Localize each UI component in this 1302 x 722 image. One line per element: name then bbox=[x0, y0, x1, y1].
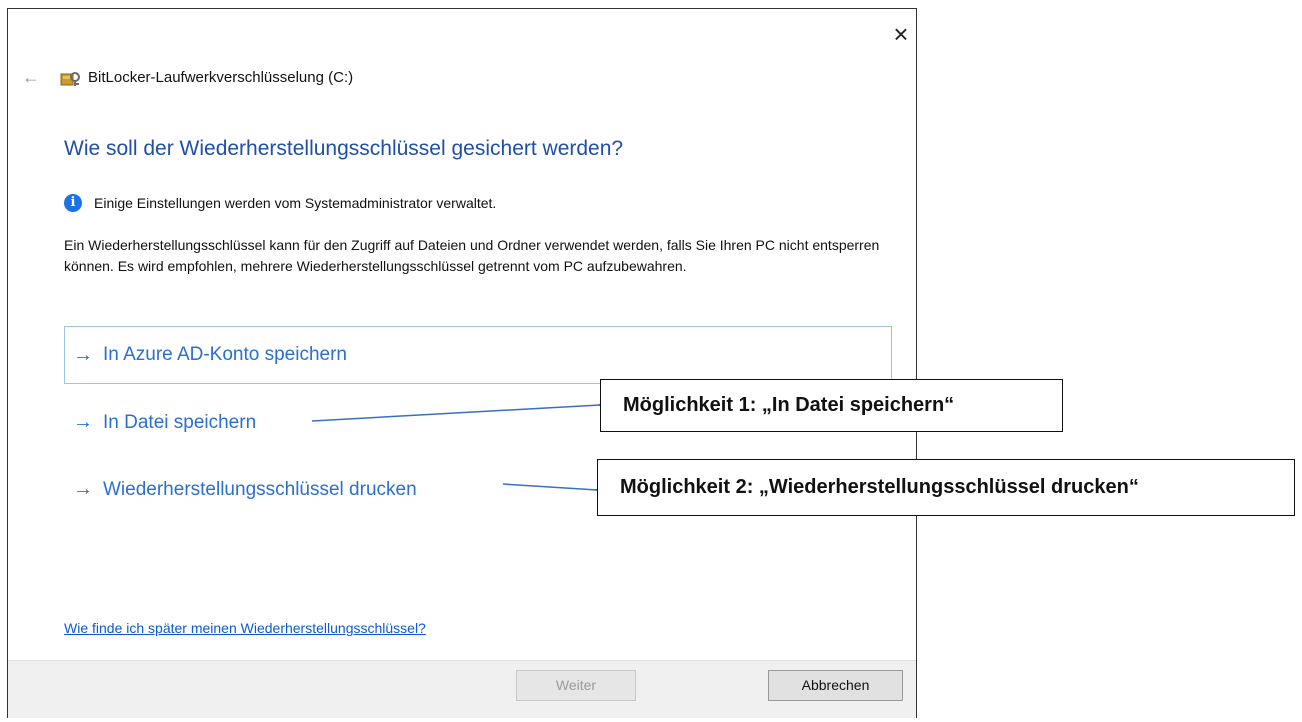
page-heading: Wie soll der Wiederherstellungsschlüssel… bbox=[64, 137, 624, 160]
description-text: Ein Wiederherstellungsschlüssel kann für… bbox=[64, 237, 880, 274]
option-label: In Azure AD-Konto speichern bbox=[103, 344, 347, 365]
info-notice: i Einige Einstellungen werden vom System… bbox=[64, 194, 496, 212]
bitlocker-key-icon bbox=[60, 72, 80, 86]
dialog-footer: Weiter Abbrechen bbox=[8, 660, 916, 718]
option-save-azure-ad[interactable]: → In Azure AD-Konto speichern bbox=[64, 326, 892, 384]
option-label: Wiederherstellungsschlüssel drucken bbox=[103, 478, 417, 500]
right-arrow-icon: → bbox=[73, 478, 93, 500]
next-button[interactable]: Weiter bbox=[516, 670, 636, 701]
option-label: In Datei speichern bbox=[103, 411, 257, 433]
option-save-to-file[interactable]: → In Datei speichern bbox=[64, 411, 256, 434]
bitlocker-dialog: × ← BitLocker-Laufwerkverschlüsselung (C… bbox=[7, 8, 917, 718]
info-icon: i bbox=[64, 194, 82, 212]
right-arrow-icon: → bbox=[73, 343, 93, 366]
right-arrow-icon: → bbox=[73, 411, 93, 433]
help-link[interactable]: Wie finde ich später meinen Wiederherste… bbox=[64, 620, 426, 636]
callout-option-2: Möglichkeit 2: „Wiederherstellungsschlüs… bbox=[597, 459, 1295, 516]
info-text: Einige Einstellungen werden vom Systemad… bbox=[94, 195, 497, 211]
callout-option-1: Möglichkeit 1: „In Datei speichern“ bbox=[600, 379, 1063, 432]
back-arrow-icon[interactable]: ← bbox=[22, 67, 40, 88]
option-print-key[interactable]: → Wiederherstellungsschlüssel drucken bbox=[64, 478, 417, 501]
cancel-button[interactable]: Abbrechen bbox=[768, 670, 903, 701]
close-icon[interactable]: × bbox=[888, 21, 914, 47]
app-title: BitLocker-Laufwerkverschlüsselung (C:) bbox=[88, 69, 354, 86]
